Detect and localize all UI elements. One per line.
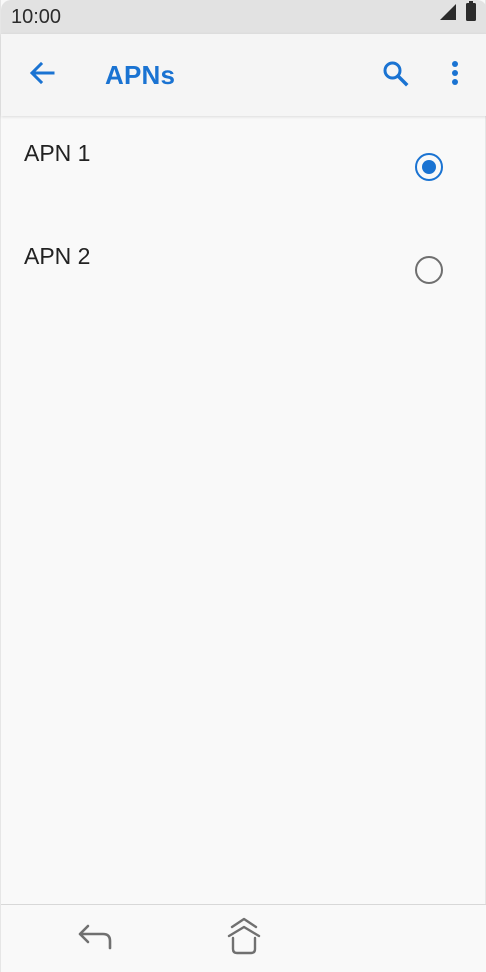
- back-button[interactable]: [21, 54, 63, 96]
- apn-list-item[interactable]: APN 2: [1, 219, 486, 322]
- more-vert-icon: [451, 60, 459, 91]
- search-icon: [381, 59, 409, 92]
- more-options-button[interactable]: [435, 54, 475, 96]
- nav-back-icon: [77, 924, 113, 955]
- status-time: 10:00: [11, 6, 62, 28]
- navigation-bar: [1, 904, 486, 972]
- battery-icon: [465, 1, 477, 26]
- page-title: APNs: [105, 60, 176, 90]
- status-bar: 10:00: [1, 0, 486, 34]
- apn-label: APN 2: [24, 243, 91, 269]
- status-icons: [439, 1, 477, 26]
- nav-back-button[interactable]: [76, 923, 114, 955]
- cell-signal-icon: [439, 3, 457, 26]
- apn-radio-selected[interactable]: [415, 153, 443, 181]
- arrow-back-icon: [28, 59, 56, 92]
- phone-screen: 10:00 APNs APN 1 APN 2: [0, 0, 486, 972]
- nav-home-button[interactable]: [223, 917, 265, 959]
- app-bar: APNs: [1, 34, 486, 116]
- radio-dot: [422, 160, 436, 174]
- apn-label: APN 1: [24, 140, 91, 166]
- nav-home-icon: [224, 916, 264, 961]
- apn-radio-unselected[interactable]: [415, 256, 443, 284]
- apn-list: APN 1 APN 2: [1, 116, 486, 322]
- apn-list-item[interactable]: APN 1: [1, 116, 486, 219]
- search-button[interactable]: [374, 54, 416, 96]
